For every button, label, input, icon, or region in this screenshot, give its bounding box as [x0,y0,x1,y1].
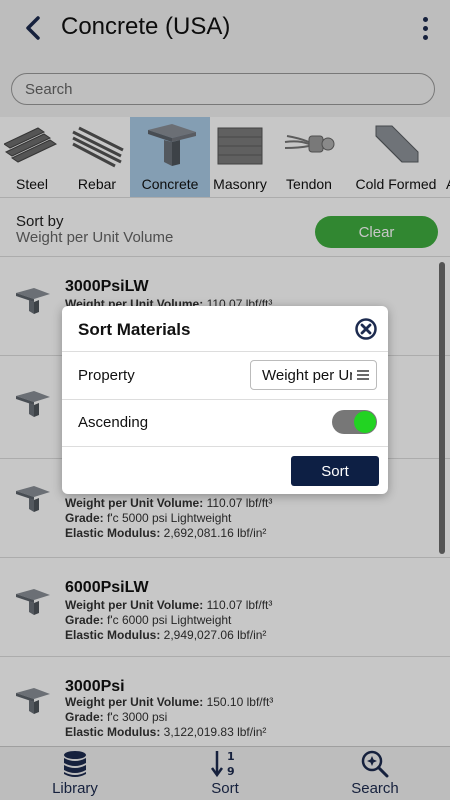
divider [62,399,388,400]
property-label: Property [78,367,135,384]
dialog-title: Sort Materials [78,320,191,339]
sort-materials-dialog: Sort Materials Property Weight per Unit … [62,306,388,494]
divider [62,351,388,352]
close-icon[interactable] [355,318,377,340]
ascending-label: Ascending [78,414,149,431]
divider [62,446,388,447]
property-select[interactable]: Weight per Unit Volume [250,360,377,390]
ascending-toggle[interactable] [332,410,377,434]
sort-button[interactable]: Sort [291,456,379,486]
menu-lines-icon [357,370,369,380]
toggle-knob [354,411,376,433]
